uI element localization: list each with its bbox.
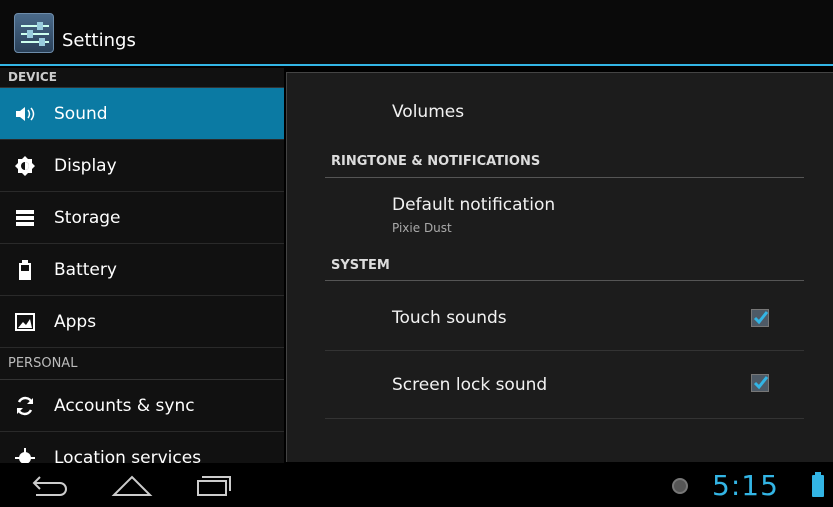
sidebar-item-battery[interactable]: Battery [0, 244, 284, 296]
sidebar-item-label: Storage [54, 207, 121, 228]
notification-icon[interactable] [672, 478, 688, 494]
speaker-icon [14, 103, 36, 125]
divider [325, 280, 804, 281]
recent-apps-icon [197, 476, 231, 496]
default-notification-preference[interactable]: Default notification [392, 195, 555, 215]
sidebar-item-label: Accounts & sync [54, 395, 195, 416]
battery-icon [14, 259, 36, 281]
section-header-device: DEVICE [0, 68, 284, 88]
settings-sidebar: DEVICE Sound Display Storage Battery App… [0, 68, 284, 463]
back-icon [32, 476, 67, 496]
sidebar-item-label: Sound [54, 103, 108, 124]
sidebar-item-label: Display [54, 155, 117, 176]
screen-lock-sound-checkbox[interactable] [751, 374, 769, 392]
home-icon [111, 475, 153, 496]
action-bar: Settings [0, 0, 833, 66]
divider [325, 177, 804, 178]
recent-apps-button[interactable] [192, 471, 236, 499]
sidebar-item-apps[interactable]: Apps [0, 296, 284, 348]
sync-icon [14, 395, 36, 417]
touch-sounds-checkbox[interactable] [751, 309, 769, 327]
apps-icon [14, 311, 36, 333]
sidebar-item-label: Apps [54, 311, 97, 332]
sidebar-item-label: Location services [54, 447, 202, 464]
settings-sliders-icon[interactable] [14, 13, 54, 53]
sound-settings-panel: Volumes RINGTONE & NOTIFICATIONS Default… [286, 72, 833, 462]
status-clock[interactable]: 5:15 [712, 469, 779, 502]
sidebar-item-location-services[interactable]: Location services [0, 432, 284, 463]
section-header-personal: PERSONAL [0, 348, 284, 380]
category-header-ringtone: RINGTONE & NOTIFICATIONS [331, 154, 541, 169]
back-button[interactable] [26, 471, 70, 499]
sidebar-item-display[interactable]: Display [0, 140, 284, 192]
sidebar-item-label: Battery [54, 259, 117, 280]
default-notification-summary: Pixie Dust [392, 221, 452, 235]
category-header-system: SYSTEM [331, 258, 390, 273]
sidebar-item-accounts-sync[interactable]: Accounts & sync [0, 380, 284, 432]
system-navigation-bar: 5:15 [0, 463, 833, 507]
sidebar-item-sound[interactable]: Sound [0, 88, 284, 140]
battery-status-icon[interactable] [812, 472, 824, 497]
screen-lock-sound-preference[interactable]: Screen lock sound [392, 375, 547, 395]
divider [325, 418, 804, 419]
touch-sounds-preference[interactable]: Touch sounds [392, 308, 507, 328]
location-icon [14, 447, 36, 463]
sidebar-item-storage[interactable]: Storage [0, 192, 284, 244]
home-button[interactable] [110, 471, 154, 499]
brightness-icon [14, 155, 36, 177]
storage-icon [14, 207, 36, 229]
app-title: Settings [62, 30, 136, 51]
divider [325, 350, 804, 351]
volumes-preference[interactable]: Volumes [392, 102, 464, 122]
